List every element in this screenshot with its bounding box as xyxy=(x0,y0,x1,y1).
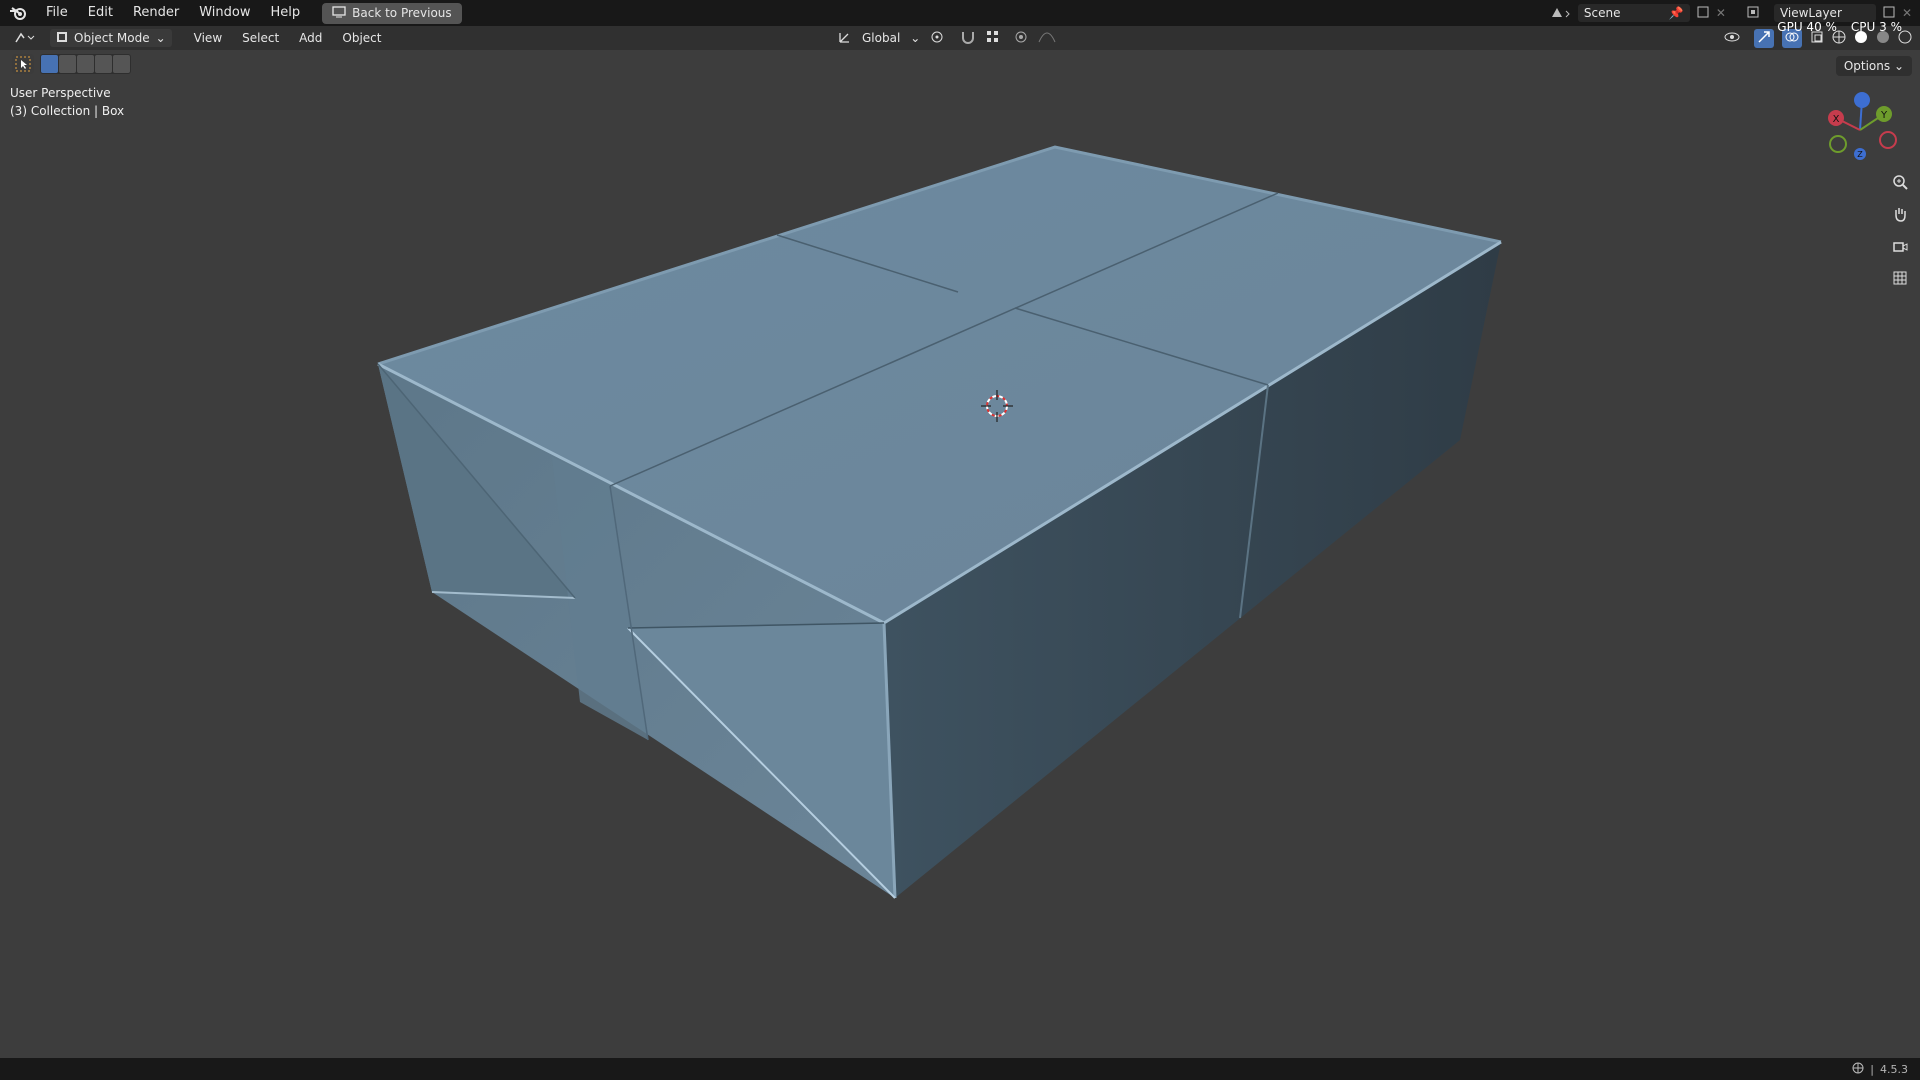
box-mesh[interactable] xyxy=(0,50,1920,1058)
blender-logo-icon[interactable] xyxy=(0,0,36,26)
transform-orientation-select[interactable]: Global xyxy=(862,31,900,45)
chevron-down-icon: ⌄ xyxy=(155,31,166,45)
gpu-stat: GPU 40 % xyxy=(1777,20,1837,34)
navigation-gizmo[interactable]: Y X Z xyxy=(1820,88,1900,168)
menu-render[interactable]: Render xyxy=(123,0,189,26)
gizmo-x-label: X xyxy=(1833,114,1840,125)
status-divider: | xyxy=(1870,1062,1874,1076)
gizmo-z-top[interactable] xyxy=(1854,92,1870,108)
options-button[interactable]: Options ⌄ xyxy=(1835,56,1912,76)
select-cursor-tool[interactable] xyxy=(12,54,34,74)
proportional-edit-icon[interactable] xyxy=(1014,30,1028,47)
scene-name: Scene xyxy=(1583,6,1621,20)
mode-selector[interactable]: Object Mode ⌄ xyxy=(50,29,172,47)
cpu-stat: CPU 3 % xyxy=(1850,20,1902,34)
snap-icon[interactable] xyxy=(960,30,976,47)
pin-icon[interactable]: 📌 xyxy=(1669,6,1684,20)
mode-label: Object Mode xyxy=(74,31,150,45)
collection-label: (3) Collection | Box xyxy=(10,104,125,118)
editor-type-icon[interactable] xyxy=(0,31,44,45)
menu-select[interactable]: Select xyxy=(232,26,289,50)
options-label: Options xyxy=(1843,59,1891,73)
transform-tools: Global ⌄ xyxy=(838,26,1056,50)
menu-add[interactable]: Add xyxy=(289,26,332,50)
3d-viewport[interactable] xyxy=(0,50,1920,1058)
pivot-icon[interactable] xyxy=(930,30,950,47)
select-subtract-icon[interactable] xyxy=(77,55,94,73)
menu-view[interactable]: View xyxy=(184,26,232,50)
back-to-previous-button[interactable]: Back to Previous xyxy=(322,2,462,24)
delete-view-layer-icon[interactable]: ✕ xyxy=(1902,6,1912,20)
menu-help[interactable]: Help xyxy=(261,0,311,26)
gizmo-y-label: Y xyxy=(1880,110,1888,121)
navigation-buttons xyxy=(1888,170,1912,290)
select-intersect-icon[interactable] xyxy=(113,55,130,73)
scene-icon[interactable] xyxy=(1550,5,1572,22)
snap-grid-icon[interactable] xyxy=(986,30,1004,47)
chevron-down-icon: ⌄ xyxy=(910,31,921,45)
select-extend-icon[interactable] xyxy=(59,55,76,73)
zoom-icon[interactable] xyxy=(1888,170,1912,194)
pan-hand-icon[interactable] xyxy=(1888,202,1912,226)
visibility-icon[interactable] xyxy=(1724,29,1746,48)
selection-mode-group xyxy=(40,54,131,74)
scene-selector[interactable]: Scene 📌 xyxy=(1577,4,1690,22)
screen-icon xyxy=(332,5,346,21)
gizmo-y-negative[interactable] xyxy=(1829,135,1847,153)
view-layer-icon[interactable] xyxy=(1746,5,1768,22)
new-scene-icon[interactable] xyxy=(1696,5,1710,22)
gizmo-z-label: Z xyxy=(1857,150,1863,159)
select-invert-icon[interactable] xyxy=(95,55,112,73)
gizmo-x-negative[interactable] xyxy=(1879,131,1897,149)
transform-orientation-icon xyxy=(838,30,852,47)
back-to-previous-label: Back to Previous xyxy=(352,6,452,20)
object-mode-icon xyxy=(56,31,68,46)
view-perspective-label: User Perspective xyxy=(10,86,111,100)
menu-object[interactable]: Object xyxy=(332,26,391,50)
camera-icon[interactable] xyxy=(1888,234,1912,258)
globe-icon xyxy=(1852,1062,1864,1077)
version-label: 4.5.3 xyxy=(1880,1062,1908,1076)
select-new-icon[interactable] xyxy=(41,55,58,73)
new-view-layer-icon[interactable] xyxy=(1882,5,1896,22)
select-tools xyxy=(12,54,131,74)
falloff-icon[interactable] xyxy=(1038,30,1056,47)
3d-cursor-icon[interactable] xyxy=(981,390,1013,422)
view-layer-name: ViewLayer xyxy=(1779,6,1842,20)
menu-file[interactable]: File xyxy=(36,0,78,26)
ortho-grid-icon[interactable] xyxy=(1888,266,1912,290)
menu-window[interactable]: Window xyxy=(189,0,260,26)
status-bar: | 4.5.3 xyxy=(0,1058,1920,1080)
menu-edit[interactable]: Edit xyxy=(78,0,123,26)
gizmo-toggle-icon[interactable] xyxy=(1754,28,1774,48)
delete-scene-icon[interactable]: ✕ xyxy=(1716,6,1726,20)
performance-stats: GPU 40 % CPU 3 % xyxy=(1777,20,1902,34)
